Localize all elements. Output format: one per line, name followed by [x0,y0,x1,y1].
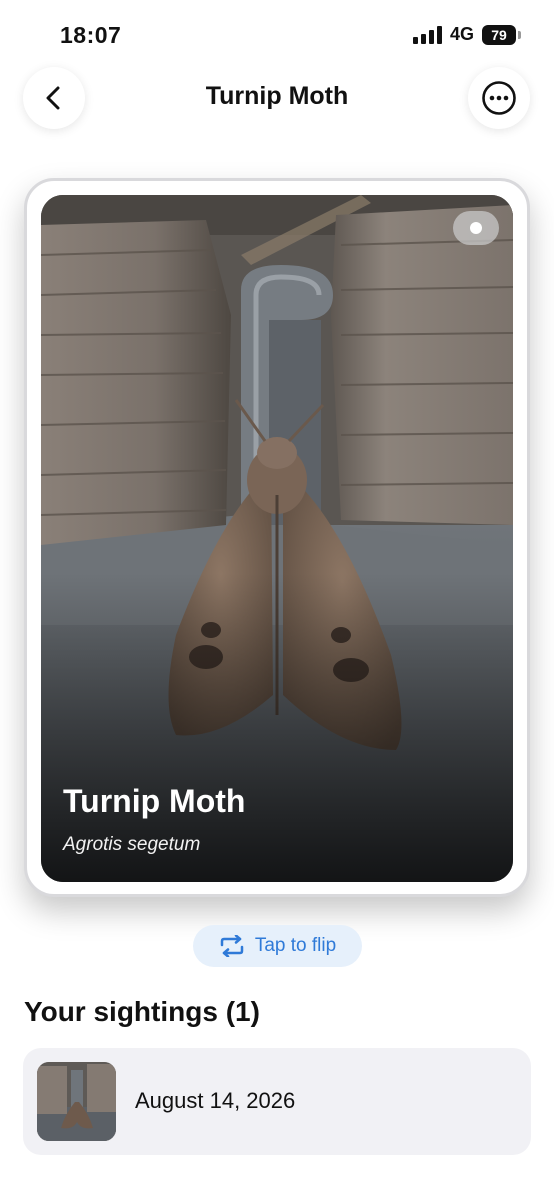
battery-level: 79 [491,26,507,43]
species-card[interactable]: Turnip Moth Agrotis segetum [24,178,530,897]
photo-toggle-button[interactable] [453,211,499,245]
sighting-date: August 14, 2026 [135,1088,296,1113]
flip-arrows-icon [220,935,244,957]
sightings-title: Your sightings (1) [24,996,260,1027]
more-options-button[interactable] [468,67,530,129]
network-type: 4G [449,24,474,44]
signal-icon [412,25,442,44]
list-item[interactable]: August 14, 2026 [23,1048,531,1155]
sighting-thumbnail [37,1062,116,1141]
species-photo[interactable]: Turnip Moth Agrotis segetum [41,195,513,882]
species-scientific-name: Agrotis segetum [63,834,201,855]
battery-icon: 79 [482,24,521,45]
toggle-dot-icon [470,222,482,234]
status-indicators: 4G 79 [412,24,521,45]
card-caption: Turnip Moth Agrotis segetum [63,783,245,856]
status-bar: 18:07 4G 79 [0,0,554,70]
flip-label: Tap to flip [254,935,337,956]
status-time: 18:07 [60,22,122,48]
moth-photo-illustration [41,195,513,882]
tap-to-flip-button[interactable]: Tap to flip [193,925,362,967]
ellipsis-circle-icon [482,81,516,115]
species-common-name: Turnip Moth [63,783,246,819]
